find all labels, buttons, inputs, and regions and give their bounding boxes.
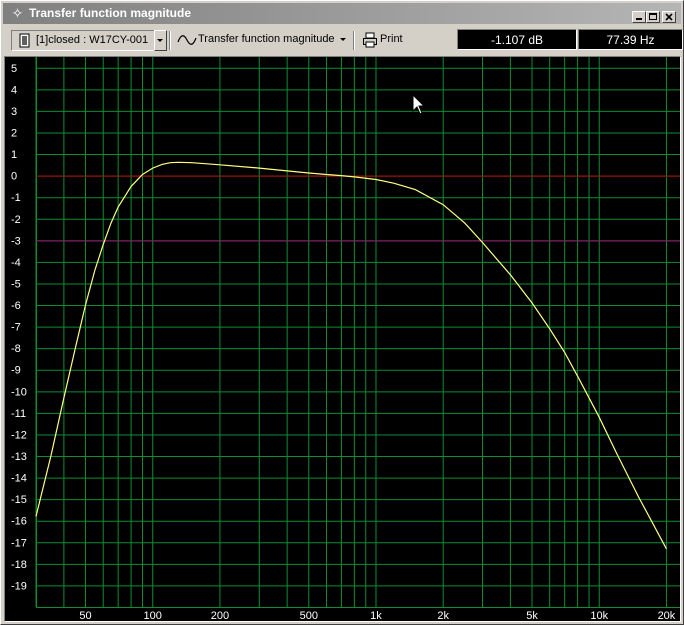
y-tick-label: 4 xyxy=(11,84,17,96)
toolbar: [1]closed : W17CY-001 Transfer function … xyxy=(3,27,683,53)
waveform-icon xyxy=(177,35,197,45)
title-bar[interactable]: ✧ Transfer function magnitude xyxy=(3,3,681,24)
y-tick-label: -3 xyxy=(11,235,21,247)
document-icon xyxy=(19,33,30,48)
y-tick-label: 1 xyxy=(11,149,17,161)
mouse-pointer-icon xyxy=(412,94,426,115)
app-icon: ✧ xyxy=(11,5,24,21)
y-tick-label: -18 xyxy=(11,559,27,571)
x-tick-label: 100 xyxy=(144,610,162,621)
maximize-icon xyxy=(649,13,657,20)
print-label: Print xyxy=(380,33,403,45)
y-tick-label: 2 xyxy=(11,127,17,139)
minimize-icon xyxy=(636,18,642,20)
y-tick-label: -6 xyxy=(11,300,21,312)
y-tick-label: -1 xyxy=(11,192,21,204)
x-tick-label: 500 xyxy=(300,610,318,621)
transfer-function-chart[interactable]: 5 4 3 2 1 0 -1 -2 -3 -4 -5 -6 -7 -8 -9 -10 -11 -12 -13 -14 -… xyxy=(5,57,680,621)
main-window: ✧ Transfer function magnitude [1]closed … xyxy=(0,0,684,625)
x-tick-label: 20k xyxy=(658,610,676,621)
y-tick-label: -2 xyxy=(11,214,21,226)
y-tick-label: -12 xyxy=(11,429,27,441)
y-tick-label: 0 xyxy=(11,171,17,183)
measurement-label: [1]closed : W17CY-001 xyxy=(36,34,149,46)
maximize-button[interactable] xyxy=(646,11,660,23)
y-tick-label: -7 xyxy=(11,322,21,334)
y-tick-label: -4 xyxy=(11,257,21,269)
printer-icon xyxy=(363,32,377,48)
close-button[interactable] xyxy=(662,11,676,23)
y-tick-label: -8 xyxy=(11,343,21,355)
x-tick-label: 5k xyxy=(526,610,538,621)
chevron-down-icon xyxy=(340,38,346,41)
view-label: Transfer function magnitude xyxy=(198,33,335,45)
measurement-select[interactable]: [1]closed : W17CY-001 xyxy=(11,30,156,51)
magnitude-curve xyxy=(35,161,667,550)
plot-area[interactable]: 5 4 3 2 1 0 -1 -2 -3 -4 -5 -6 -7 -8 -9 -10 -11 -12 -13 -14 -… xyxy=(4,56,681,622)
y-tick-label: -9 xyxy=(11,365,21,377)
toolbar-separator xyxy=(353,31,355,50)
minimize-button[interactable] xyxy=(632,11,646,23)
cursor-db-readout: -1.107 dB xyxy=(457,29,577,50)
measurement-dropdown-button[interactable] xyxy=(154,30,167,51)
cursor-hz-readout: 77.39 Hz xyxy=(578,29,683,50)
window-title: Transfer function magnitude xyxy=(29,6,192,20)
x-tick-label: 10k xyxy=(590,610,608,621)
y-tick-label: -16 xyxy=(11,516,27,528)
y-tick-label: -13 xyxy=(11,451,27,463)
y-tick-label: -15 xyxy=(11,494,27,506)
toolbar-separator xyxy=(169,31,171,50)
y-tick-label: -11 xyxy=(11,408,26,420)
y-tick-label: 5 xyxy=(11,63,17,75)
x-tick-label: 1k xyxy=(370,610,382,621)
x-tick-label: 2k xyxy=(437,610,449,621)
y-tick-label: -14 xyxy=(11,473,27,485)
y-tick-label: -10 xyxy=(11,386,27,398)
x-tick-label: 50 xyxy=(79,610,91,621)
chevron-down-icon xyxy=(157,39,163,42)
print-button[interactable]: Print xyxy=(360,30,420,51)
y-tick-label: -17 xyxy=(11,537,27,549)
y-tick-label: 3 xyxy=(11,106,17,118)
close-icon xyxy=(665,13,673,21)
x-tick-label: 200 xyxy=(211,610,229,621)
y-tick-label: -19 xyxy=(11,580,27,592)
view-select[interactable]: Transfer function magnitude xyxy=(174,30,348,51)
y-tick-label: -5 xyxy=(11,278,21,290)
